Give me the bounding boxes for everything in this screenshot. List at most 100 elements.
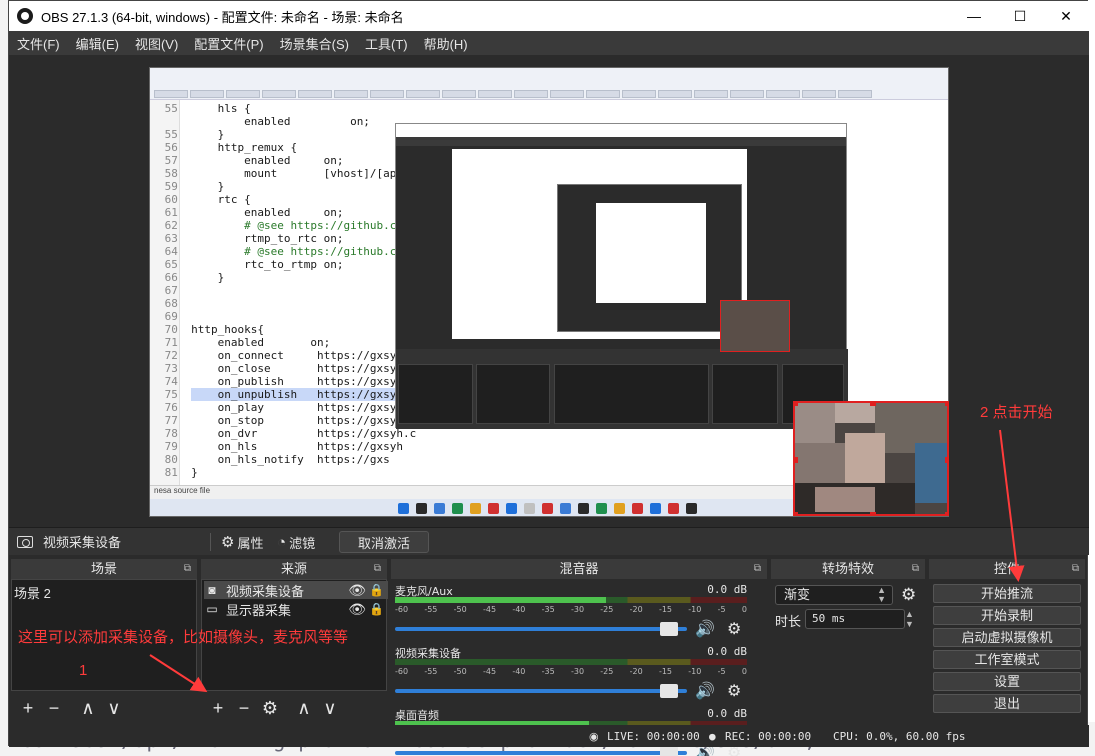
code-line: 55 }: [158, 128, 225, 141]
meter-tick: -40: [512, 605, 526, 614]
mixer-channel: 麦克风/Aux 0.0 dB -60 -55 -50 -45 -40 -35 -30 -25 -20…: [395, 583, 751, 641]
meter-tick: -30: [570, 667, 585, 676]
lock-icon[interactable]: 🔒: [369, 602, 384, 616]
source-label: 显示器采集: [226, 602, 292, 618]
volume-slider[interactable]: [395, 622, 687, 636]
meter-tick: -10: [688, 605, 702, 614]
exit-button[interactable]: 退出: [933, 694, 1081, 713]
sources-title: 来源: [280, 561, 307, 576]
start-recording-button[interactable]: 开始录制: [933, 606, 1081, 625]
properties-button[interactable]: ⚙ 属性: [221, 532, 263, 552]
dock-float-icon[interactable]: ⧉: [184, 559, 191, 579]
nested-canvas: [452, 149, 747, 339]
move-source-down-button[interactable]: ∨: [317, 698, 343, 719]
start-streaming-button[interactable]: 开始推流: [933, 584, 1081, 603]
code-line: 64 # @see https://github.c: [158, 245, 397, 258]
visibility-eye-icon[interactable]: 👁: [348, 601, 366, 618]
meter-tick: -50: [453, 667, 467, 676]
meter-tick: -45: [482, 667, 497, 676]
studio-mode-button[interactable]: 工作室模式: [933, 650, 1081, 669]
nested-sources: [476, 364, 550, 424]
camera-source-overlay[interactable]: [793, 401, 949, 516]
deactivate-button[interactable]: 取消激活: [339, 531, 429, 553]
menu-help[interactable]: 帮助(H): [424, 34, 468, 53]
sources-dock-header: 来源 ⧉: [201, 559, 387, 579]
add-source-annotation: 这里可以添加采集设备，比如摄像头，麦克风等等: [18, 629, 349, 646]
code-line: 63 rtmp_to_rtc on;: [158, 232, 344, 245]
code-line: 76 on_play https://gxsyh: [158, 401, 404, 414]
transition-select[interactable]: 渐变 ▲ ▼: [775, 585, 893, 605]
dock-float-icon[interactable]: ⧉: [1072, 559, 1079, 579]
dock-float-icon[interactable]: ⧉: [374, 559, 381, 579]
remove-source-button[interactable]: −: [231, 698, 257, 719]
maximize-button[interactable]: ☐: [997, 1, 1043, 31]
code-line: 69: [158, 310, 192, 323]
dock-float-icon[interactable]: ⧉: [754, 559, 761, 579]
volume-slider[interactable]: [395, 746, 687, 756]
source-item[interactable]: ◙ 视频采集设备 👁 🔒: [204, 581, 388, 599]
code-line: 61 enabled on;: [158, 206, 344, 219]
preview-area: 55 hls { enabled on; 55 } 56 http_remux …: [9, 55, 1089, 527]
controls-title: 控件: [993, 561, 1020, 576]
duration-input[interactable]: 50 ms: [805, 609, 905, 629]
menu-profile[interactable]: 配置文件(P): [194, 34, 263, 53]
mixer-title: 混音器: [559, 561, 599, 576]
gear-icon[interactable]: ⚙: [727, 681, 741, 701]
start-virtual-camera-button[interactable]: 启动虚拟摄像机: [933, 628, 1081, 647]
live-time: LIVE: 00:00:00: [607, 730, 700, 743]
dock-float-icon[interactable]: ⧉: [912, 559, 919, 579]
gear-icon[interactable]: ⚙: [727, 619, 741, 639]
move-source-up-button[interactable]: ∧: [291, 698, 317, 719]
scenes-dock-header: 场景 ⧉: [11, 559, 197, 579]
level-meter: [395, 597, 747, 603]
code-line: 62 # @see https://github.c: [158, 219, 397, 232]
gear-icon: ⚙: [221, 534, 235, 551]
code-line: 80 on_hls_notify https://gxs: [158, 453, 390, 466]
menu-scene-collection[interactable]: 场景集合(S): [280, 34, 349, 53]
volume-slider[interactable]: [395, 684, 687, 698]
scenes-title: 场景: [90, 561, 117, 576]
volume-slider-handle[interactable]: [660, 622, 679, 636]
desktop-background-left: [0, 0, 8, 756]
meter-tick: 0: [741, 667, 747, 676]
settings-button[interactable]: 设置: [933, 672, 1081, 691]
add-source-button[interactable]: +: [205, 698, 231, 719]
meter-tick: -55: [424, 667, 438, 676]
transitions-dock: 转场特效 ⧉ 渐变 ▲ ▼ ⚙ 时长 50 ms ▲ ▼: [771, 559, 925, 723]
duration-stepper[interactable]: ▲ ▼: [905, 609, 914, 629]
meter-tick: -10: [688, 667, 702, 676]
monitor-icon: ▭: [206, 602, 218, 616]
move-scene-up-button[interactable]: ∧: [75, 698, 101, 719]
speaker-icon[interactable]: 🔊: [695, 619, 715, 639]
meter-tick: -45: [482, 605, 497, 614]
volume-slider-handle[interactable]: [660, 684, 679, 698]
step-one-annotation: 1: [79, 662, 88, 679]
minimize-button[interactable]: —: [951, 1, 997, 31]
volume-slider-handle[interactable]: [660, 746, 679, 756]
scene-item[interactable]: 场景 2: [14, 583, 51, 602]
menu-view[interactable]: 视图(V): [135, 34, 178, 53]
remove-scene-button[interactable]: −: [41, 698, 67, 719]
meter-tick: -20: [629, 667, 643, 676]
lock-icon[interactable]: 🔒: [369, 583, 384, 597]
add-scene-button[interactable]: +: [15, 698, 41, 719]
meter-tick: -40: [512, 667, 526, 676]
divider: [210, 533, 211, 551]
meter-tick: -15: [658, 667, 673, 676]
properties-label: 属性: [237, 535, 264, 551]
source-properties-gear-icon[interactable]: ⚙: [257, 698, 283, 719]
controls-dock: 控件 ⧉ 开始推流 开始录制 启动虚拟摄像机 工作室模式 设置 退出: [929, 559, 1085, 723]
nested-inner-obs: [557, 184, 742, 332]
menu-file[interactable]: 文件(F): [17, 34, 60, 53]
menu-edit[interactable]: 编辑(E): [76, 34, 119, 53]
close-button[interactable]: ✕: [1043, 1, 1089, 31]
move-scene-down-button[interactable]: ∨: [101, 698, 127, 719]
captured-code: 55 hls { enabled on; 55 } 56 http_remux …: [158, 102, 417, 479]
menu-tools[interactable]: 工具(T): [365, 34, 408, 53]
speaker-icon[interactable]: 🔊: [695, 681, 715, 701]
source-item[interactable]: ▭ 显示器采集 👁 🔒: [204, 600, 388, 618]
visibility-eye-icon[interactable]: 👁: [348, 582, 366, 599]
channel-db: 0.0 dB: [707, 707, 747, 720]
filters-button[interactable]: ◔ 滤镜: [277, 532, 315, 552]
transition-gear-icon[interactable]: ⚙: [901, 585, 916, 605]
